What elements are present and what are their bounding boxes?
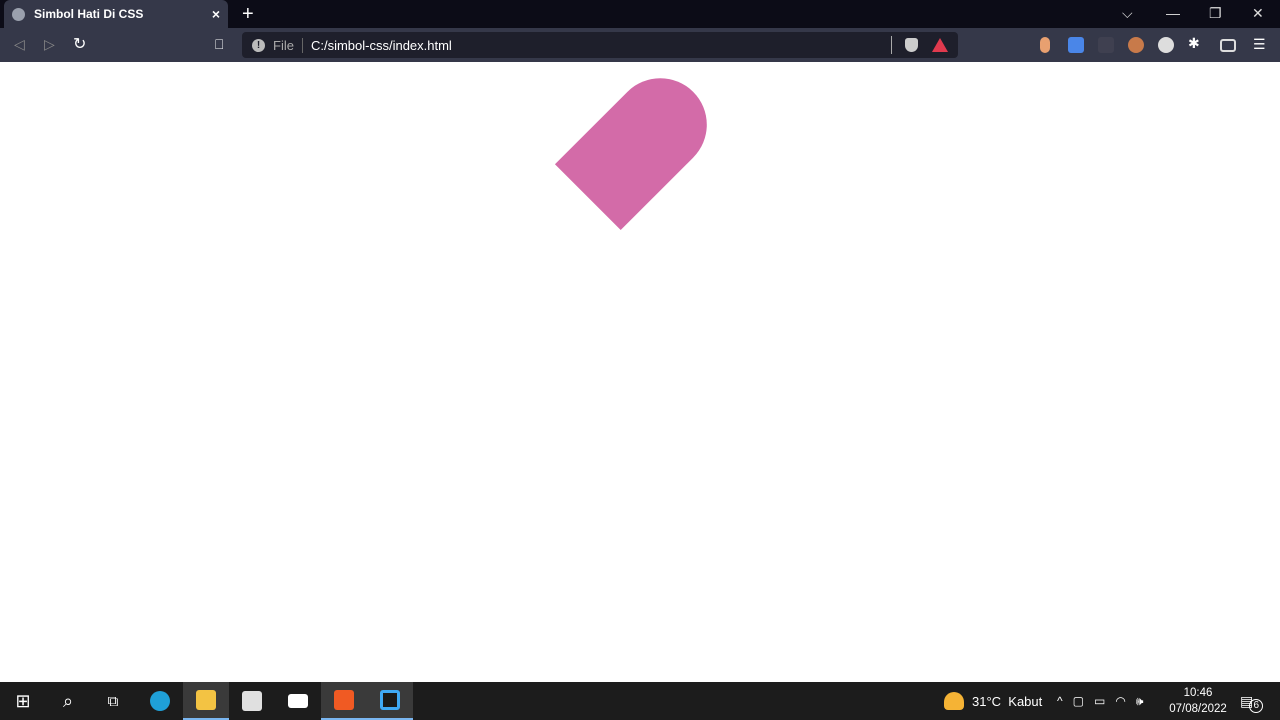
tab-title: Simbol Hati Di CSS bbox=[34, 7, 144, 21]
clock-date: 07/08/2022 bbox=[1169, 703, 1227, 715]
system-tray: ^ ▢ ▭ ◠ 🕪 bbox=[1057, 682, 1143, 720]
extensions-puzzle-icon[interactable]: ✱ bbox=[1188, 35, 1200, 52]
tab-list-button[interactable]: ⌵ bbox=[1122, 5, 1133, 22]
new-tab-button[interactable]: + bbox=[242, 3, 254, 26]
security-label: File bbox=[273, 37, 303, 53]
store-icon[interactable] bbox=[229, 682, 275, 720]
battery-icon[interactable]: ▭ bbox=[1094, 694, 1105, 708]
file-explorer-icon[interactable] bbox=[183, 682, 229, 720]
menu-button[interactable]: ☰ bbox=[1253, 36, 1266, 53]
tab-bar: Simbol Hati Di CSS × + ⌵ — ❐ ✕ bbox=[0, 0, 1280, 28]
task-view-icon[interactable]: ⧉ bbox=[90, 682, 136, 720]
brave-shields-icon[interactable] bbox=[905, 38, 918, 52]
info-icon[interactable]: ! bbox=[252, 38, 265, 52]
extension-icon[interactable] bbox=[1040, 37, 1050, 53]
close-window-button[interactable]: ✕ bbox=[1252, 5, 1264, 22]
app-icon[interactable] bbox=[367, 682, 413, 720]
clock-time: 10:46 bbox=[1183, 687, 1213, 699]
reload-button[interactable]: ↻ bbox=[73, 34, 86, 54]
chevron-up-icon[interactable]: ^ bbox=[1057, 694, 1063, 708]
search-icon[interactable]: ⌕ bbox=[45, 682, 91, 720]
browser-toolbar: ◁ ▷ ↻ ⎕ ! File C:/simbol-css/index.html … bbox=[0, 28, 1280, 62]
tab-close-button[interactable]: × bbox=[212, 6, 220, 22]
brave-rewards-icon[interactable] bbox=[932, 38, 948, 52]
meet-icon[interactable]: ▢ bbox=[1073, 694, 1084, 708]
taskbar: ⊞ ⌕ ⧉ 31°C Kabut ^ ▢ ▭ ◠ 🕪 10:46 07/08/2… bbox=[0, 682, 1280, 720]
forward-button[interactable]: ▷ bbox=[44, 36, 55, 53]
start-button[interactable]: ⊞ bbox=[0, 682, 46, 720]
extension-icon[interactable] bbox=[1158, 37, 1174, 53]
notification-count: 6 bbox=[1249, 699, 1264, 713]
google-translate-icon[interactable] bbox=[1068, 37, 1084, 53]
minimize-button[interactable]: — bbox=[1166, 5, 1180, 21]
wifi-icon[interactable]: ◠ bbox=[1115, 694, 1125, 708]
clock[interactable]: 10:46 07/08/2022 bbox=[1166, 685, 1230, 717]
back-button[interactable]: ◁ bbox=[14, 36, 25, 53]
notification-center-button[interactable]: ▤ 6 bbox=[1240, 682, 1264, 720]
mail-icon[interactable] bbox=[275, 682, 321, 720]
divider bbox=[891, 36, 892, 54]
globe-icon bbox=[12, 7, 25, 21]
weather-widget[interactable]: 31°C Kabut bbox=[944, 682, 1042, 720]
heart-half-shape bbox=[554, 58, 727, 231]
brave-browser-icon[interactable] bbox=[321, 682, 367, 720]
wallet-icon[interactable] bbox=[1220, 39, 1236, 52]
tab-simbol-hati[interactable]: Simbol Hati Di CSS × bbox=[4, 0, 228, 28]
weather-condition: Kabut bbox=[1008, 693, 1043, 709]
url-text[interactable]: C:/simbol-css/index.html bbox=[311, 38, 452, 53]
restore-button[interactable]: ❐ bbox=[1209, 5, 1222, 22]
page-content bbox=[0, 58, 1280, 682]
weather-icon bbox=[944, 692, 964, 710]
address-bar[interactable]: ! File C:/simbol-css/index.html bbox=[242, 32, 958, 58]
edge-icon[interactable] bbox=[137, 682, 183, 720]
bookmark-icon[interactable]: ⎕ bbox=[215, 36, 223, 53]
weather-temp: 31°C bbox=[972, 693, 1002, 709]
volume-icon[interactable]: 🕪 bbox=[1136, 694, 1144, 709]
extension-icon[interactable] bbox=[1098, 37, 1114, 53]
cookie-icon[interactable] bbox=[1128, 37, 1144, 53]
